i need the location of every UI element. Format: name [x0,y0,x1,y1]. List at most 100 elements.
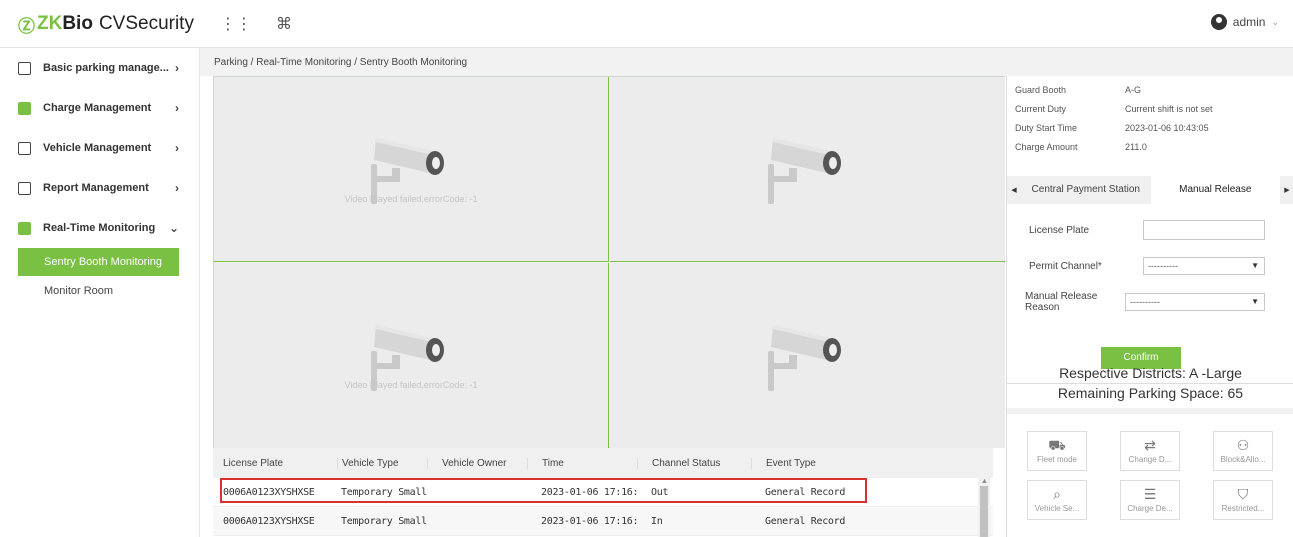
action-label: Vehicle Se... [1034,504,1080,513]
charge-detail-button[interactable]: ☰ Charge De... [1120,480,1180,520]
video-cell[interactable]: Video Played failed,errorCode: -1 [214,77,609,262]
user-menu[interactable]: admin ⌄ [1210,14,1279,30]
license-plate-input[interactable] [1143,220,1265,240]
cell-event-type: General Record [765,486,846,498]
video-error-text: Video Played failed,errorCode: -1 [344,194,478,204]
sidebar-item-label: Charge Management [43,102,152,114]
logo-product: CVSecurity [98,13,194,34]
sidebar-item-label: Report Management [43,182,149,194]
info-value: 2023-01-06 10:43:05 [1125,122,1209,133]
camera-icon [767,138,841,204]
video-cell[interactable] [610,263,1005,448]
user-avatar-icon [1210,14,1227,30]
sidebar-subitem-monitor-room[interactable]: Monitor Room [0,276,199,306]
column-header[interactable]: Vehicle Type [337,457,427,469]
vehicle-search-icon: ⌕ [1053,486,1061,502]
sidebar-item-vehicle-management[interactable]: Vehicle Management › [0,128,199,168]
table-row[interactable]: 0006A0123XYSHXSE Temporary Small 2023-01… [213,478,993,507]
vehicle-search-button[interactable]: ⌕ Vehicle Se... [1027,480,1087,520]
chevron-right-icon: › [175,101,179,115]
table-scrollbar[interactable]: ▲ [978,478,990,537]
sidebar-item-basic-parking[interactable]: Basic parking manage... › [0,48,199,88]
column-header[interactable]: Vehicle Owner [427,457,527,469]
tab-prev-icon[interactable]: ◀ [1007,186,1021,194]
action-label: Restricted... [1221,504,1265,513]
action-label: Fleet mode [1036,455,1078,464]
fleet-icon: ⛟ [1048,437,1066,453]
report-icon [18,181,31,195]
info-key: Current Duty [1015,103,1067,114]
column-header[interactable]: Channel Status [637,457,751,469]
sidebar-item-label: Basic parking manage... [43,62,169,74]
block-allow-button[interactable]: ⚇ Block&Allo... [1213,431,1273,471]
restricted-button[interactable]: ⛉ Restricted... [1213,480,1273,520]
right-panel: Guard Booth A-G Current Duty Current shi… [1006,76,1293,537]
release-reason-select[interactable]: ---------- ▼ [1125,293,1265,311]
sidebar-subitem-sentry-booth[interactable]: Sentry Booth Monitoring [18,248,179,276]
chevron-right-icon: › [175,141,179,155]
sidebar-item-real-time-monitoring[interactable]: Real-Time Monitoring ⌄ [0,208,199,248]
tab-manual-release[interactable]: Manual Release [1150,176,1280,204]
quick-actions: ⛟ Fleet mode ⇄ Change D... ⚇ Block&Allo.… [1007,408,1293,537]
action-label: Charge De... [1127,504,1173,513]
camera-icon [767,324,841,391]
table-header: License Plate Vehicle Type Vehicle Owner… [213,448,993,478]
video-cell[interactable]: Video Played failed,errorCode: -1 [214,263,609,448]
info-key: Guard Booth [1015,84,1067,95]
app-logo[interactable]: Ⓩ ZK Bio CVSecurity [18,12,194,36]
permit-channel-value: ---------- [1148,261,1178,271]
remaining-parking-space: Remaining Parking Space: 65 [1057,385,1244,401]
cell-time: 2023-01-06 17:16:44 [541,486,637,498]
info-row: Guard Booth A-G [1015,80,1293,99]
info-value: 211.0 [1125,141,1147,152]
release-reason-label: Manual Release Reason [1025,291,1098,313]
respective-districts: Respective Districts: A -Large [1059,365,1242,381]
charge-detail-icon: ☰ [1143,486,1157,502]
parking-icon [18,61,31,75]
dropdown-arrow-icon: ▼ [1251,261,1259,270]
change-device-icon: ⇄ [1144,437,1156,453]
action-label: Block&Allo... [1220,455,1266,464]
sidebar-item-label: Real-Time Monitoring [43,222,156,234]
booth-info: Guard Booth A-G Current Duty Current shi… [1007,76,1293,156]
fleet-mode-button[interactable]: ⛟ Fleet mode [1027,431,1087,471]
panel-tabs: ◀ Central Payment Station Manual Release… [1007,176,1293,204]
sidebar-item-charge-management[interactable]: Charge Management › [0,88,199,128]
manual-release-form: License Plate Permit Channel* ----------… [1007,216,1293,316]
tab-central-payment[interactable]: Central Payment Station [1021,176,1151,204]
license-plate-label: License Plate [1029,224,1090,236]
permit-channel-select[interactable]: ---------- ▼ [1143,257,1265,275]
logo-bio: Bio [62,13,93,34]
records-table: License Plate Vehicle Type Vehicle Owner… [213,448,993,537]
info-row: Charge Amount 211.0 [1015,137,1293,156]
monitor-icon [18,221,31,235]
chevron-down-icon: ⌄ [1271,16,1279,27]
form-row: Manual Release Reason ---------- ▼ [1007,288,1293,316]
table-row[interactable]: 0006A0123XYSHXSE Temporary Small 2023-01… [213,507,993,536]
change-device-button[interactable]: ⇄ Change D... [1120,431,1180,471]
scroll-up-icon[interactable]: ▲ [981,478,988,485]
column-header[interactable]: Event Type [751,457,881,469]
apps-grid-icon[interactable]: ⋮⋮ [220,14,252,34]
command-icon[interactable]: ⌘ [276,14,292,34]
info-value: A-G [1125,84,1142,95]
restricted-icon: ⛉ [1237,486,1249,502]
chevron-right-icon: › [175,181,179,195]
column-header[interactable]: Time [527,457,637,469]
logo-zk: ZK [37,13,63,34]
cell-plate: 0006A0123XYSHXSE [223,486,315,498]
video-error-text: Video Played failed,errorCode: -1 [344,380,478,390]
video-cell[interactable] [610,77,1005,262]
form-row: Permit Channel* ---------- ▼ [1007,252,1293,280]
column-header[interactable]: License Plate [213,458,337,469]
info-key: Charge Amount [1015,141,1078,152]
scrollbar-thumb[interactable] [980,486,988,537]
form-row: License Plate [1007,216,1293,244]
breadcrumb: Parking / Real-Time Monitoring / Sentry … [200,48,1293,76]
tab-next-icon[interactable]: ▶ [1280,186,1293,194]
permit-channel-label: Permit Channel* [1029,260,1102,272]
cell-event-type: General Record [765,515,846,527]
action-label: Change D... [1128,455,1172,464]
sidebar-item-report-management[interactable]: Report Management › [0,168,199,208]
user-name: admin [1232,15,1266,29]
